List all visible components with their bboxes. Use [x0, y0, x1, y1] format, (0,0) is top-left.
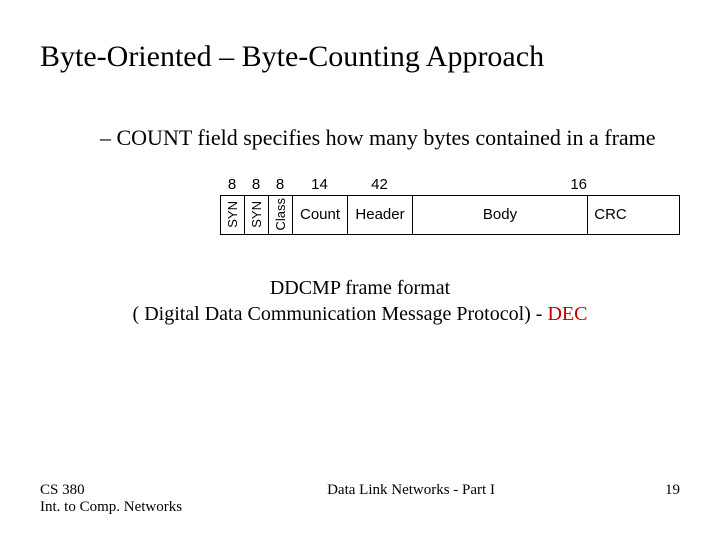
field-class: Class — [269, 196, 293, 234]
field-body: Body — [413, 196, 588, 234]
field-header: Header — [348, 196, 413, 234]
frame-caption: DDCMP frame format ( Digital Data Commun… — [40, 275, 680, 327]
field-syn2: SYN — [245, 196, 269, 234]
field-crc: CRC — [588, 196, 633, 234]
bits-header: 42 — [347, 176, 412, 193]
caption-line1: DDCMP frame format — [40, 275, 680, 301]
bits-class: 8 — [268, 176, 292, 193]
bullet-count-field: COUNT field specifies how many bytes con… — [100, 124, 660, 152]
caption-line2: ( Digital Data Communication Message Pro… — [40, 301, 680, 327]
frame-fields: SYN SYN Class Count Header Body CRC — [220, 195, 680, 235]
field-syn1: SYN — [221, 196, 245, 234]
bits-crc: 16 — [412, 176, 591, 193]
footer-center: Data Link Networks - Part I — [182, 482, 640, 499]
slide-title: Byte-Oriented – Byte-Counting Approach — [40, 40, 680, 74]
bits-syn2: 8 — [244, 176, 268, 193]
page-number: 19 — [640, 482, 680, 499]
slide: Byte-Oriented – Byte-Counting Approach C… — [0, 0, 720, 540]
frame-diagram: 8 8 8 14 42 16 SYN SYN Class Count Heade… — [220, 176, 680, 235]
bits-syn1: 8 — [220, 176, 244, 193]
bits-count: 14 — [292, 176, 347, 193]
frame-bit-widths: 8 8 8 14 42 16 — [220, 176, 680, 193]
slide-footer: CS 380 Int. to Comp. Networks Data Link … — [40, 482, 680, 516]
footer-left: CS 380 Int. to Comp. Networks — [40, 482, 182, 516]
caption-dec: DEC — [547, 303, 587, 325]
field-count: Count — [293, 196, 348, 234]
